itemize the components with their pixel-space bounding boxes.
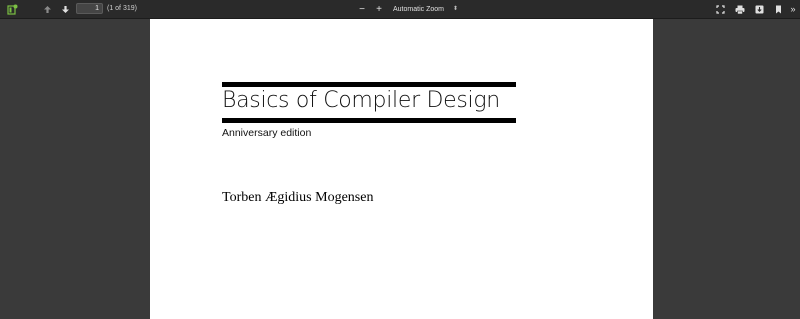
arrow-down-icon[interactable]: [59, 0, 71, 18]
pdf-page: Basics of Compiler Design Anniversary ed…: [150, 19, 653, 319]
presentation-mode-icon[interactable]: [714, 0, 726, 18]
document-author: Torben Ægidius Mogensen: [222, 190, 374, 205]
pdf-toolbar: (1 of 319) − + Automatic Zoom ⬍ »: [0, 0, 800, 19]
page-number-input[interactable]: [76, 3, 103, 14]
document-title: Basics of Compiler Design: [222, 88, 500, 113]
arrow-up-icon[interactable]: [41, 0, 53, 18]
tools-menu-button[interactable]: »: [788, 0, 798, 18]
zoom-select[interactable]: Automatic Zoom ⬍: [388, 2, 462, 16]
sidebar-toggle-icon[interactable]: [5, 0, 19, 18]
print-icon[interactable]: [733, 0, 746, 18]
title-rule-bottom: [222, 118, 516, 123]
zoom-out-button[interactable]: −: [356, 0, 368, 18]
select-arrows-icon: ⬍: [452, 6, 458, 12]
document-edition: Anniversary edition: [222, 127, 312, 139]
zoom-in-button[interactable]: +: [373, 0, 385, 18]
zoom-value: Automatic Zoom: [393, 5, 444, 13]
title-rule-top: [222, 82, 516, 87]
download-icon[interactable]: [753, 0, 765, 18]
bookmark-icon[interactable]: [772, 0, 784, 18]
page-count: (1 of 319): [107, 5, 137, 12]
